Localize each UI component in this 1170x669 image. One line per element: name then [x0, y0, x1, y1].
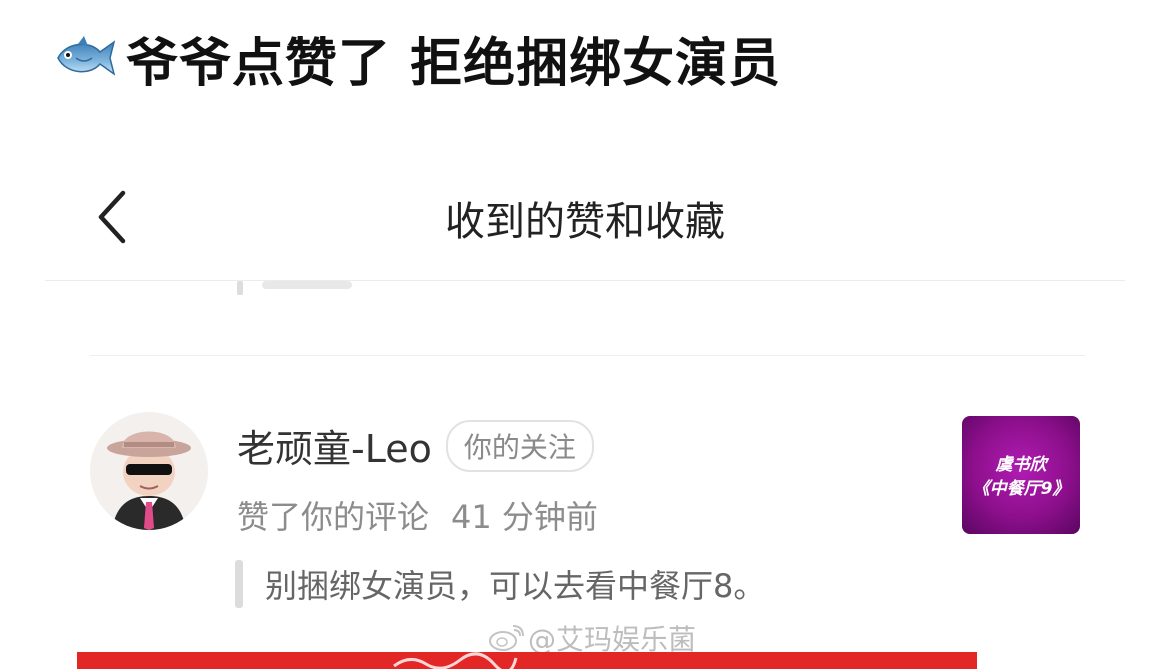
banner-scribble — [393, 652, 518, 669]
top-navigation-bar: 收到的赞和收藏 — [45, 165, 1125, 281]
headline-text: 爷爷点赞了 拒绝捆绑女演员 — [126, 33, 782, 94]
action-text: 赞了你的评论 — [237, 498, 430, 536]
red-banner — [77, 652, 977, 669]
thumbnail-line2: 《中餐厅9》 — [972, 479, 1070, 499]
post-thumbnail[interactable]: 虞书欣 《中餐厅9》 — [962, 416, 1080, 534]
weibo-icon — [489, 625, 524, 651]
fish-icon — [57, 36, 116, 76]
action-row: 赞了你的评论 41 分钟前 — [237, 492, 598, 538]
username[interactable]: 老顽童-Leo — [237, 418, 432, 473]
quote-bar — [235, 560, 243, 608]
quoted-comment: 别捆绑女演员，可以去看中餐厅8。 — [235, 560, 765, 608]
user-row: 老顽童-Leo 你的关注 — [237, 418, 594, 473]
post-headline: 爷爷点赞了 拒绝捆绑女演员 — [52, 22, 781, 94]
list-divider — [90, 355, 1085, 356]
previous-item-fragment — [262, 281, 352, 289]
thumbnail-line1: 虞书欣 — [995, 455, 1047, 475]
comment-text: 别捆绑女演员，可以去看中餐厅8。 — [265, 567, 766, 605]
page-title: 收到的赞和收藏 — [445, 199, 725, 245]
follow-badge: 你的关注 — [445, 419, 594, 472]
avatar-illustration — [90, 412, 208, 530]
timestamp: 41 分钟前 — [451, 498, 598, 536]
previous-item-quote-bar — [237, 281, 243, 295]
avatar[interactable] — [90, 412, 208, 530]
